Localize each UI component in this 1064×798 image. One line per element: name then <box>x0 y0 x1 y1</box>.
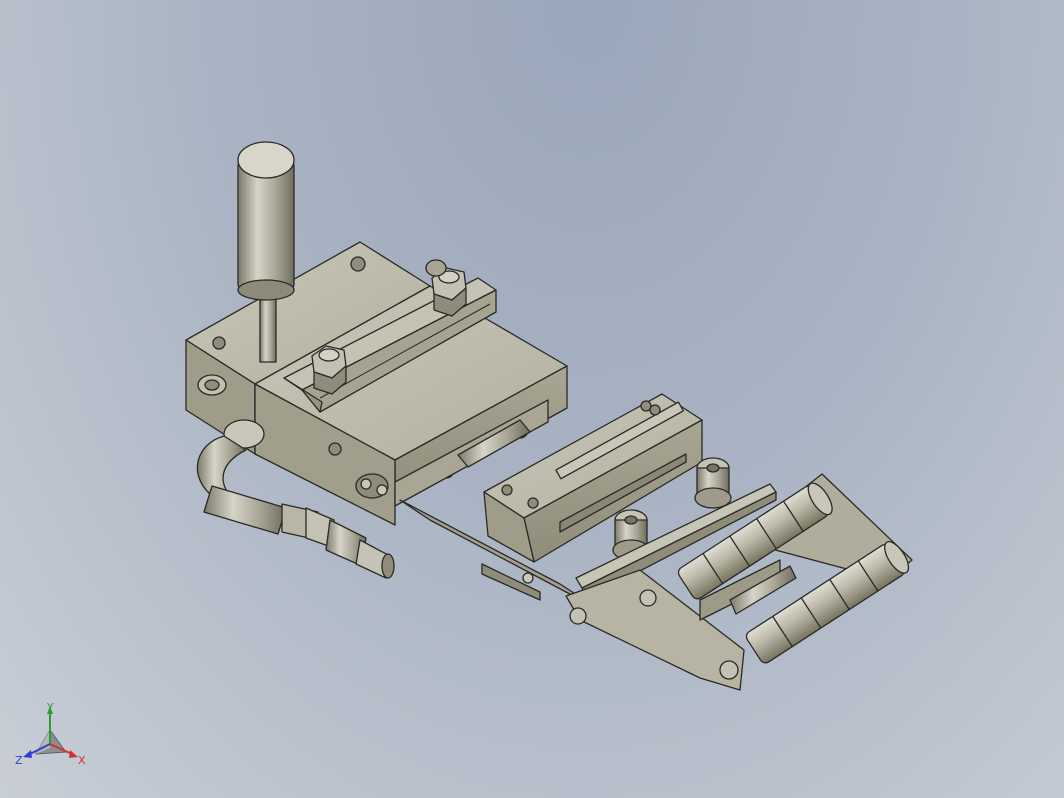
3d-model-assembly[interactable] <box>0 0 1064 798</box>
hex-nut-front <box>311 345 347 395</box>
x-axis-label: X <box>78 754 86 767</box>
spring-plunger-right <box>694 457 732 509</box>
cad-graphics-area[interactable]: Y X Z <box>0 0 1064 798</box>
coordinate-triad: Y X Z <box>15 702 86 767</box>
y-axis-label: Y <box>46 702 54 714</box>
z-axis-arrow <box>23 750 32 758</box>
z-axis-label: Z <box>15 754 23 767</box>
x-axis-arrow <box>69 750 78 758</box>
side-fitting-small <box>197 374 227 396</box>
